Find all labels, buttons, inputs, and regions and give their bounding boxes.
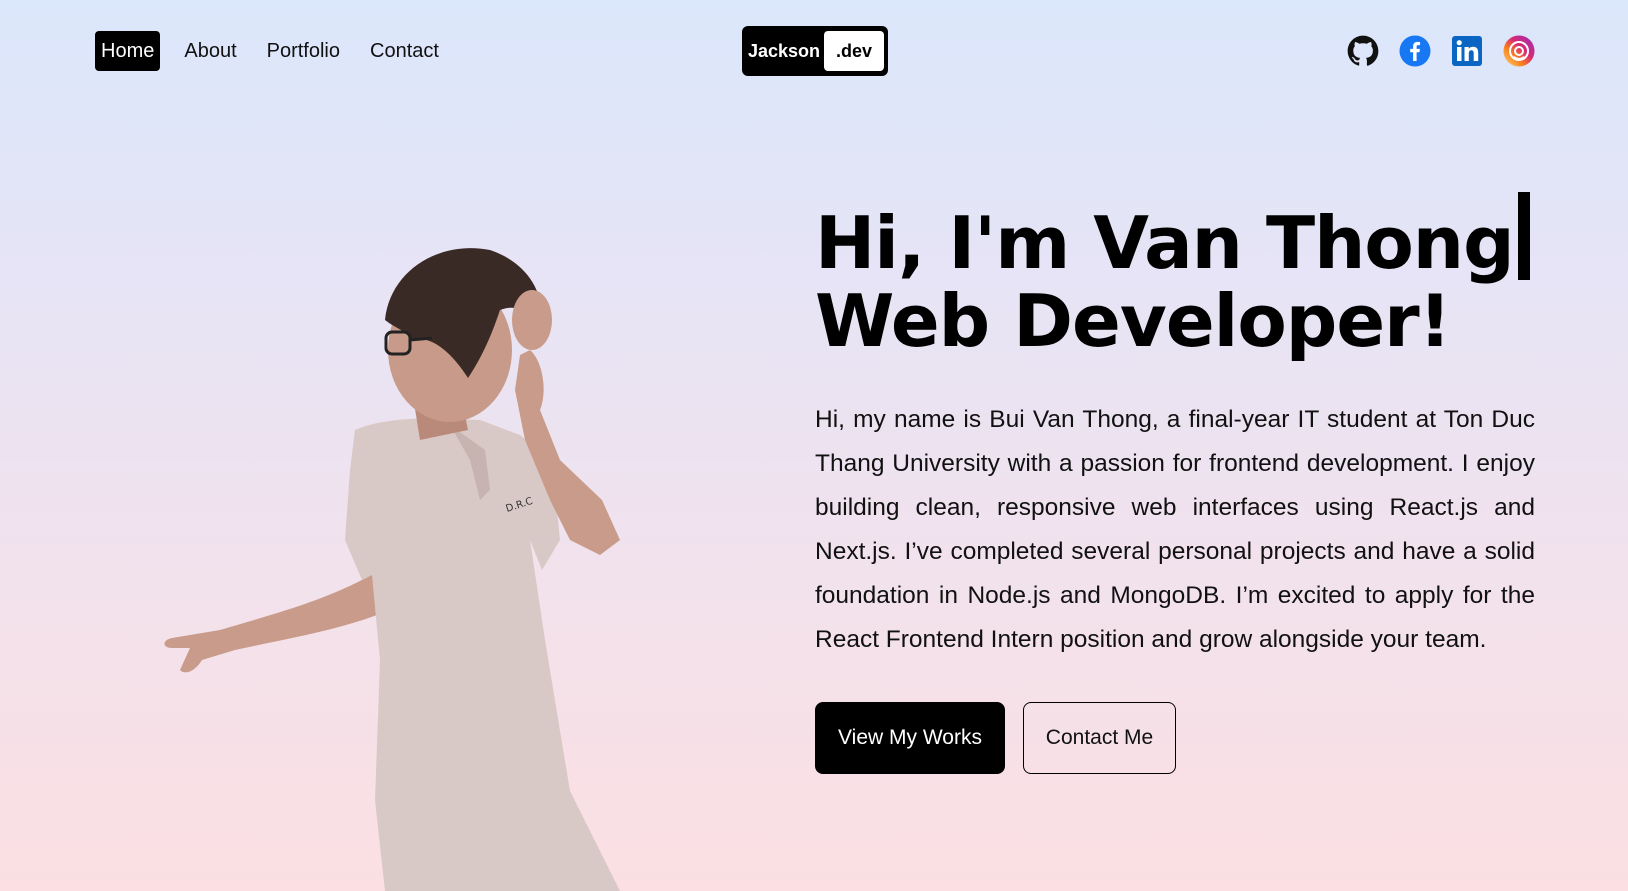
linkedin-icon[interactable] [1451, 35, 1483, 67]
nav-contact-link[interactable]: Contact [364, 31, 445, 71]
facebook-icon[interactable] [1399, 35, 1431, 67]
nav-links: Home About Portfolio Contact [95, 31, 463, 71]
view-my-works-button[interactable]: View My Works [815, 702, 1005, 774]
logo-name: Jackson [748, 40, 821, 61]
contact-me-button[interactable]: Contact Me [1023, 702, 1176, 774]
nav-home-link[interactable]: Home [95, 31, 161, 71]
hero-section: Hi, I'm Van Thong Web Developer! Hi, my … [815, 192, 1535, 774]
hero-bio: Hi, my name is Bui Van Thong, a final-ye… [815, 406, 1535, 653]
site-logo[interactable]: Jackson .dev [742, 26, 888, 76]
instagram-icon[interactable] [1503, 35, 1535, 67]
nav-portfolio-link[interactable]: Portfolio [261, 31, 346, 71]
hero-buttons: View My Works Contact Me [815, 702, 1535, 774]
headline-line-1: Hi, I'm Van Thong [815, 201, 1515, 285]
profile-photo: D.R.C [164, 248, 620, 891]
nav-about-link[interactable]: About [178, 31, 242, 71]
hero-headline: Hi, I'm Van Thong Web Developer! [815, 192, 1535, 360]
headline-line-2: Web Developer! [815, 279, 1452, 363]
typing-cursor [1517, 192, 1530, 280]
logo-suffix: .dev [824, 31, 884, 71]
social-links [1347, 35, 1535, 67]
github-icon[interactable] [1347, 35, 1379, 67]
top-navigation: Home About Portfolio Contact Jackson .de… [0, 0, 1628, 102]
